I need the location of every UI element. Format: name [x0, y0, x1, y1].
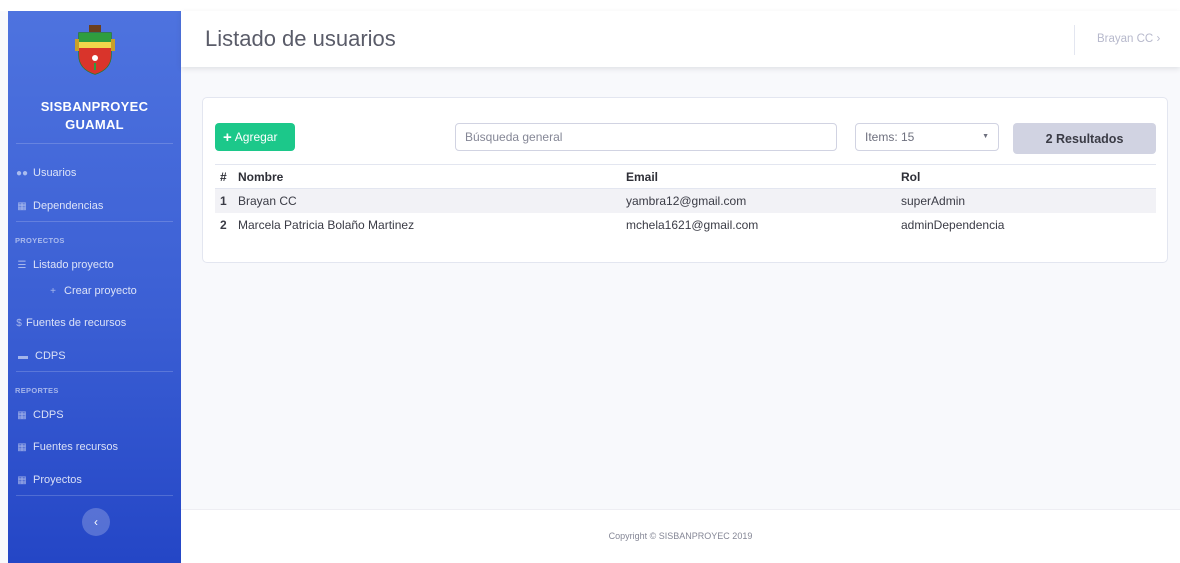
sidebar-item-label: Dependencias: [33, 200, 104, 212]
row-name: Marcela Patricia Bolaño Martinez: [238, 217, 415, 232]
sidebar-item-label: Crear proyecto: [64, 285, 137, 297]
table-row[interactable]: 1 Brayan CC yambra12@gmail.com superAdmi…: [215, 188, 1156, 213]
column-header-email[interactable]: Email: [621, 164, 896, 189]
sidebar-item-label: Usuarios: [33, 167, 77, 179]
column-header-nombre[interactable]: Nombre: [233, 164, 621, 189]
add-button-label: Agregar: [234, 130, 278, 144]
sidebar-divider: [16, 143, 173, 144]
column-header-rol[interactable]: Rol: [896, 164, 1156, 189]
row-email: mchela1621@gmail.com: [626, 217, 759, 232]
chevron-right-icon: ›: [1156, 33, 1161, 45]
add-user-button[interactable]: + Agregar: [215, 123, 295, 151]
row-email: yambra12@gmail.com: [621, 188, 896, 213]
plus-icon: +: [223, 128, 232, 146]
user-name: Brayan CC: [1097, 33, 1154, 45]
chevron-left-icon: ‹: [94, 515, 98, 529]
sitemap-icon: ▦: [17, 200, 27, 212]
table-row[interactable]: 2 Marcela Patricia Bolaño Martinez mchel…: [215, 213, 1156, 237]
users-card: + Agregar Items: 15 ▼ 2 Resultados # Nom…: [202, 97, 1168, 263]
page-title: Listado de usuarios: [205, 26, 396, 51]
municipal-crest-logo: [75, 25, 115, 75]
users-icon: ●●: [15, 167, 29, 179]
items-per-page-select[interactable]: Items: 15 ▼: [855, 123, 999, 151]
table-icon: ▦: [17, 474, 27, 486]
app-frame: SISBANPROYEC GUAMAL ●● Usuarios ▦ Depend…: [0, 0, 1180, 563]
card-icon: ▬: [18, 350, 28, 362]
sidebar-item-reporte-fuentes-recursos[interactable]: ▦ Fuentes recursos: [15, 437, 118, 457]
list-icon: ☰: [17, 259, 27, 271]
user-menu[interactable]: Brayan CC ›: [1097, 33, 1160, 45]
topbar-divider: [1074, 25, 1075, 55]
sidebar-item-fuentes-de-recursos[interactable]: $ Fuentes de recursos: [15, 313, 126, 333]
search-input[interactable]: [455, 123, 837, 151]
sidebar-heading-reportes: REPORTES: [15, 386, 59, 395]
sidebar-divider: [16, 495, 173, 496]
dollar-icon: $: [16, 317, 22, 329]
table-icon: ▦: [17, 441, 27, 453]
sidebar-brand[interactable]: SISBANPROYEC GUAMAL: [8, 11, 181, 141]
copyright-text: Copyright © SISBANPROYEC 2019: [608, 531, 753, 541]
sidebar-item-cdps[interactable]: ▬ CDPS: [15, 346, 66, 366]
sidebar-heading-proyectos: PROYECTOS: [15, 236, 65, 245]
sidebar-item-label: CDPS: [35, 350, 66, 362]
top-strip: [0, 0, 1180, 11]
table-header-row: # Nombre Email Rol: [215, 164, 1156, 189]
sidebar-toggle-button[interactable]: ‹: [82, 508, 110, 536]
brand-name: SISBANPROYEC: [40, 99, 149, 114]
row-name: Brayan CC: [233, 188, 621, 213]
sidebar: SISBANPROYEC GUAMAL ●● Usuarios ▦ Depend…: [8, 11, 181, 563]
sidebar-item-listado-proyecto[interactable]: ☰ Listado proyecto: [15, 255, 114, 275]
row-role: superAdmin: [896, 188, 1156, 213]
plus-icon: +: [50, 285, 56, 297]
users-table: # Nombre Email Rol 1 Brayan CC yambra12@…: [215, 164, 1156, 237]
sidebar-item-reporte-cdps[interactable]: ▦ CDPS: [15, 405, 64, 425]
sidebar-item-reporte-proyectos[interactable]: ▦ Proyectos: [15, 470, 82, 490]
column-header-number[interactable]: #: [215, 164, 233, 189]
brand-location: GUAMAL: [65, 117, 124, 132]
sidebar-item-label: Fuentes recursos: [33, 441, 118, 453]
table-icon: ▦: [17, 409, 27, 421]
caret-down-icon: ▼: [982, 133, 989, 140]
sidebar-item-label: Listado proyecto: [33, 259, 114, 271]
results-count-badge: 2 Resultados: [1013, 123, 1156, 154]
items-per-page-value: Items: 15: [865, 130, 915, 144]
row-role: adminDependencia: [901, 217, 1005, 232]
sidebar-divider: [16, 221, 173, 222]
sidebar-item-crear-proyecto[interactable]: + Crear proyecto: [46, 281, 137, 301]
footer: Copyright © SISBANPROYEC 2019: [181, 509, 1180, 563]
sidebar-item-dependencias[interactable]: ▦ Dependencias: [15, 196, 103, 216]
sidebar-item-usuarios[interactable]: ●● Usuarios: [15, 163, 76, 183]
row-number: 2: [220, 217, 227, 232]
sidebar-divider: [16, 371, 173, 372]
sidebar-item-label: Proyectos: [33, 474, 82, 486]
row-number: 1: [215, 188, 233, 213]
topbar: Listado de usuarios Brayan CC ›: [181, 11, 1180, 67]
sidebar-item-label: CDPS: [33, 409, 64, 421]
sidebar-item-label: Fuentes de recursos: [26, 317, 127, 329]
